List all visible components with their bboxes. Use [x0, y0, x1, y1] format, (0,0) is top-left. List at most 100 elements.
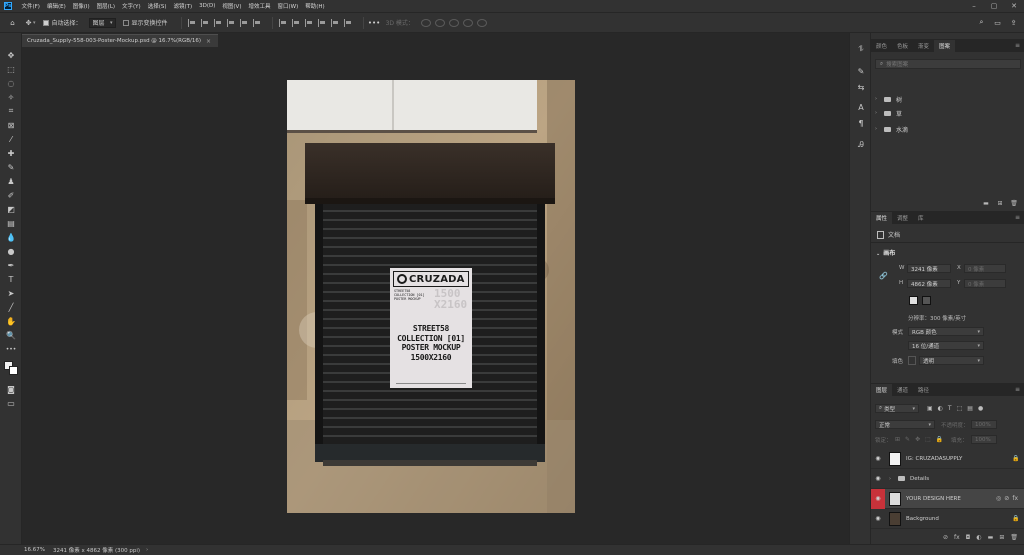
minimize-icon[interactable]: – [964, 0, 984, 12]
link-dimensions-icon[interactable]: 🔗 [879, 272, 888, 280]
menu-3d[interactable]: 3D(D) [196, 3, 219, 9]
panel-menu-icon[interactable]: ≡ [1015, 42, 1020, 49]
workspace-icon[interactable]: ▭ [993, 18, 1002, 27]
healing-tool-icon[interactable]: ✚ [4, 147, 18, 159]
maximize-icon[interactable]: ▢ [984, 0, 1004, 12]
brush-settings-icon[interactable]: ✎ [855, 65, 867, 77]
menu-type[interactable]: 文字(Y) [119, 2, 145, 10]
auto-select-option[interactable]: 自动选择： [42, 18, 82, 27]
visibility-eye-icon[interactable]: ◉ [871, 449, 885, 469]
line-tool-icon[interactable]: ╱ [4, 301, 18, 313]
tab-adjustments[interactable]: 调整 [892, 212, 913, 224]
y-input[interactable]: 0 像素 [964, 279, 1006, 288]
document-canvas[interactable]: CRUZADA STREET58 COLLECTION [01] POSTER … [287, 80, 575, 513]
layer-filter-select[interactable]: ⌕ 类型 [875, 404, 919, 413]
menu-file[interactable]: 文件(F) [18, 2, 43, 10]
lock-artboard-icon[interactable]: ⬚ [925, 436, 931, 443]
portrait-orientation-icon[interactable] [909, 296, 918, 305]
align-center-icon[interactable] [200, 18, 209, 27]
zoom-tool-icon[interactable]: 🔍 [4, 329, 18, 341]
document-tab[interactable]: Cruzada_Supply-558-003-Poster-Mockup.psd… [22, 34, 218, 47]
pen-tool-icon[interactable]: ✒ [4, 259, 18, 271]
filter-toggle-icon[interactable]: ● [978, 405, 983, 412]
fill-opacity-input[interactable]: 100% [971, 435, 997, 444]
quick-mask-icon[interactable]: ◙ [4, 383, 18, 395]
filter-type-icon[interactable]: T [948, 405, 952, 412]
eyedropper-tool-icon[interactable]: ⁄ [4, 133, 18, 145]
lock-all-icon[interactable]: 🔒 [936, 436, 943, 443]
visibility-eye-icon[interactable]: ◉ [871, 509, 885, 529]
tab-properties[interactable]: 属性 [871, 212, 893, 224]
landscape-orientation-icon[interactable] [922, 296, 931, 305]
eraser-tool-icon[interactable]: ◩ [4, 203, 18, 215]
new-group-icon[interactable]: ▬ [988, 534, 994, 544]
color-mode-select[interactable]: RGB 颜色 [908, 327, 984, 336]
chevron-right-icon[interactable]: › [875, 126, 880, 132]
layer-row[interactable]: ◉ › Details [871, 469, 1024, 489]
auto-select-checkbox[interactable] [42, 19, 49, 26]
lasso-tool-icon[interactable]: ◌ [4, 77, 18, 89]
close-window-icon[interactable]: ✕ [1004, 0, 1024, 12]
filter-adjustment-icon[interactable]: ◐ [938, 405, 943, 412]
history-brush-tool-icon[interactable]: ✐ [4, 189, 18, 201]
distribute-middle-icon[interactable] [330, 18, 339, 27]
tab-libraries[interactable]: 库 [913, 212, 929, 224]
menu-select[interactable]: 选择(S) [144, 2, 170, 10]
filter-shape-icon[interactable]: ⬚ [957, 405, 963, 412]
menu-window[interactable]: 窗口(W) [274, 2, 302, 10]
close-tab-icon[interactable]: × [206, 38, 211, 45]
pattern-group-row[interactable]: › 草 [875, 105, 1021, 121]
more-options-icon[interactable]: ••• [368, 18, 380, 27]
stamp-tool-icon[interactable]: ♟ [4, 175, 18, 187]
background-color-swatch[interactable] [9, 366, 18, 375]
new-layer-icon[interactable]: ⊞ [999, 534, 1004, 544]
menu-layer[interactable]: 图层(L) [93, 2, 118, 10]
tab-patterns[interactable]: 图案 [934, 40, 956, 52]
x-input[interactable]: 0 像素 [964, 264, 1006, 273]
pattern-group-row[interactable]: › 水滴 [875, 121, 1021, 137]
paragraph-panel-icon[interactable]: ¶ [855, 117, 867, 129]
path-select-tool-icon[interactable]: ➤ [4, 287, 18, 299]
distribute-left-icon[interactable] [278, 18, 287, 27]
width-input[interactable]: 3241 像素 [907, 264, 951, 273]
menu-image[interactable]: 图像(I) [69, 2, 93, 10]
blend-mode-select[interactable]: 正常 [875, 420, 935, 429]
home-icon[interactable]: ⌂ [8, 18, 17, 27]
visibility-eye-icon[interactable]: ◉ [871, 488, 885, 509]
delete-icon[interactable]: 🗑 [1010, 534, 1018, 544]
gradient-tool-icon[interactable]: ▤ [4, 217, 18, 229]
status-menu-icon[interactable]: › [146, 547, 148, 553]
pattern-search-input[interactable]: ⌕ 搜索图案 [875, 59, 1021, 69]
dodge-tool-icon[interactable]: ● [4, 245, 18, 257]
align-middle-icon[interactable] [239, 18, 248, 27]
layer-row[interactable]: ◉ Background 🔒 [871, 509, 1024, 529]
link-layers-icon[interactable]: ⊘ [943, 534, 948, 544]
edit-toolbar-icon[interactable]: ••• [4, 343, 18, 355]
canvas-section-title[interactable]: ⌄ 画布 [876, 248, 895, 257]
hand-tool-icon[interactable]: ✋ [4, 315, 18, 327]
transform-controls-option[interactable]: 显示变换控件 [122, 18, 168, 27]
fill-select[interactable]: 透明 [919, 356, 984, 365]
menu-edit[interactable]: 编辑(E) [43, 2, 69, 10]
menu-help[interactable]: 帮助(H) [302, 2, 328, 10]
opacity-input[interactable]: 100% [971, 420, 997, 429]
lock-image-icon[interactable]: ✎ [905, 436, 910, 443]
distribute-bottom-icon[interactable] [343, 18, 352, 27]
zoom-level[interactable]: 16.67% [24, 547, 45, 553]
history-panel-icon[interactable]: ⥮ [855, 43, 867, 55]
align-top-icon[interactable] [226, 18, 235, 27]
glyphs-panel-icon[interactable]: Ꭿ [855, 139, 867, 151]
distribute-right-icon[interactable] [304, 18, 313, 27]
chevron-right-icon[interactable]: › [875, 96, 880, 102]
crop-tool-icon[interactable]: ⌗ [4, 105, 18, 117]
photoshop-logo-icon[interactable]: Ps [4, 2, 12, 10]
distribute-top-icon[interactable] [317, 18, 326, 27]
chevron-right-icon[interactable]: › [875, 110, 880, 116]
brush-tool-icon[interactable]: ✎ [4, 161, 18, 173]
fx-icon[interactable]: fx [1012, 495, 1018, 502]
transform-controls-checkbox[interactable] [122, 19, 129, 26]
frame-tool-icon[interactable]: ⊠ [4, 119, 18, 131]
fill-swatch[interactable] [908, 356, 916, 365]
marquee-tool-icon[interactable]: ⬚ [4, 63, 18, 75]
blur-tool-icon[interactable]: 💧 [4, 231, 18, 243]
